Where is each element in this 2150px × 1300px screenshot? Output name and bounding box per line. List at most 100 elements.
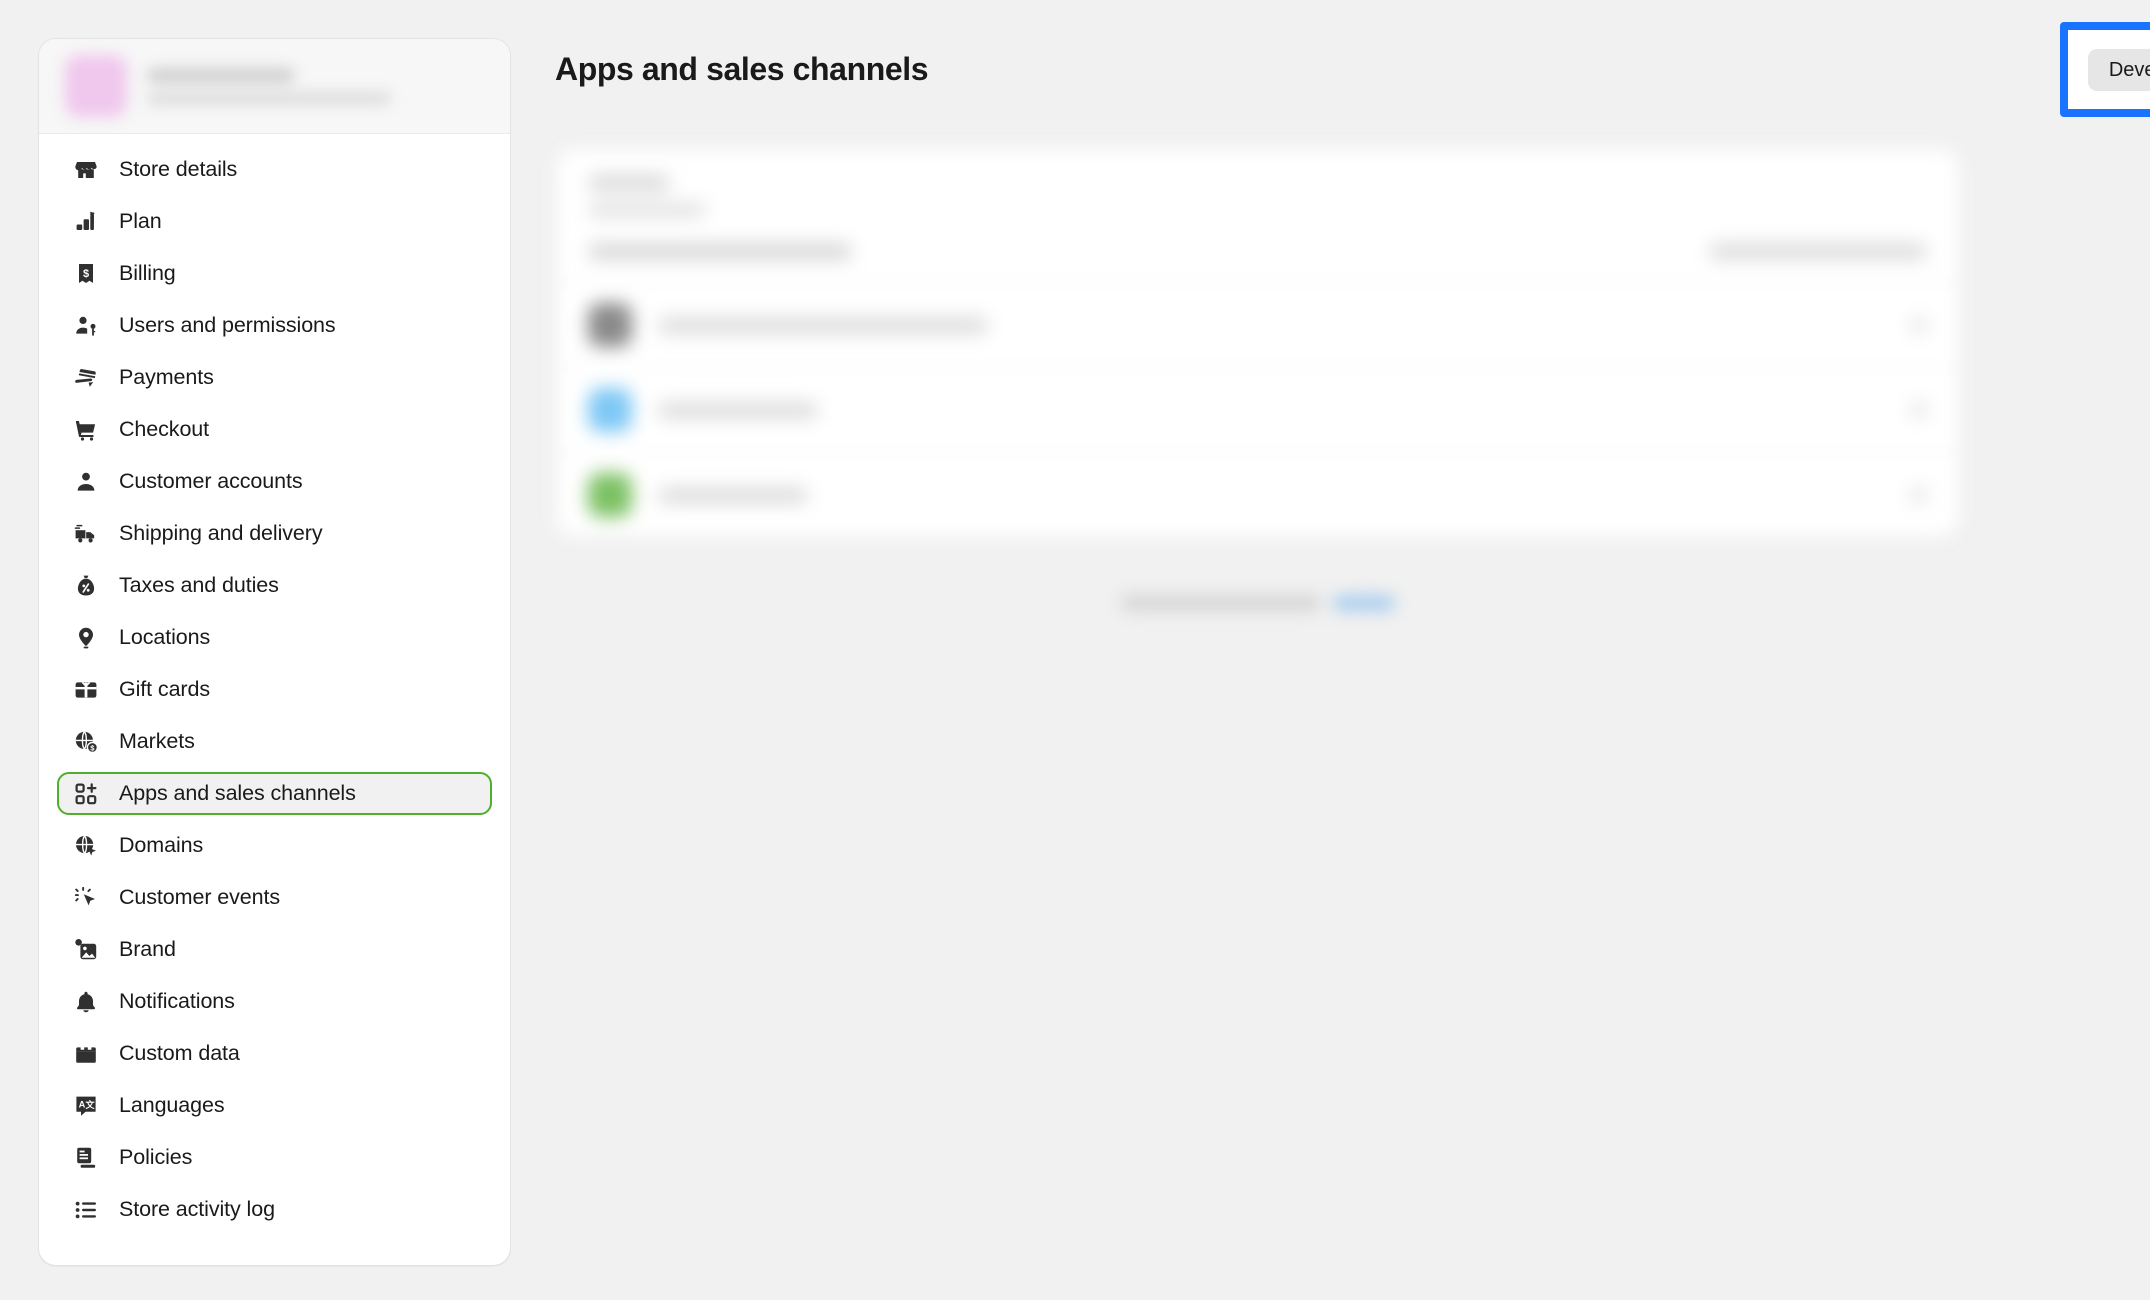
card-title-redacted <box>588 175 670 191</box>
installed-apps-card <box>555 148 1960 538</box>
footer-note-link-redacted[interactable] <box>1332 595 1395 611</box>
develop-apps-button[interactable]: Develop apps <box>2087 48 2150 91</box>
sidebar-item-markets[interactable]: $ Markets <box>57 720 492 763</box>
card-heading-redacted <box>556 149 1959 221</box>
store-profile-header[interactable] <box>39 39 510 134</box>
card-summary-action-redacted <box>1709 243 1927 260</box>
sidebar-item-apps-and-sales-channels[interactable]: Apps and sales channels <box>57 772 492 815</box>
sidebar-item-label: Markets <box>119 728 195 753</box>
sidebar-item-store-activity-log[interactable]: Store activity log <box>57 1188 492 1231</box>
app-list-item[interactable] <box>556 283 1959 368</box>
footer-note-text-redacted <box>1120 595 1321 611</box>
sidebar-item-label: Notifications <box>119 988 235 1013</box>
svg-text:$: $ <box>83 267 89 279</box>
sidebar-item-label: Billing <box>119 260 176 285</box>
sidebar-item-label: Languages <box>119 1092 225 1117</box>
sidebar-item-languages[interactable]: A 文 Languages <box>57 1084 492 1127</box>
card-subtitle-redacted <box>588 203 706 217</box>
sidebar-item-locations[interactable]: Locations <box>57 616 492 659</box>
bar-chart-flag-icon <box>73 209 99 235</box>
card-footer-note <box>555 595 1960 611</box>
sidebar-item-users-and-permissions[interactable]: Users and permissions <box>57 304 492 347</box>
image-badge-icon <box>73 937 99 963</box>
sidebar-item-customer-accounts[interactable]: Customer accounts <box>57 460 492 503</box>
credit-card-swipe-icon <box>73 365 99 391</box>
delivery-truck-icon <box>73 521 99 547</box>
storefront-icon <box>73 157 99 183</box>
sidebar-item-label: Domains <box>119 832 204 857</box>
annotation-highlight-box: Develop apps <box>2060 22 2150 117</box>
sidebar-item-label: Shipping and delivery <box>119 520 323 545</box>
sidebar-item-label: Custom data <box>119 1040 240 1065</box>
chevron-right-icon[interactable] <box>1911 487 1927 503</box>
sidebar-item-checkout[interactable]: Checkout <box>57 408 492 451</box>
app-icon <box>588 303 632 347</box>
globe-dollar-icon: $ <box>73 729 99 755</box>
sidebar-item-label: Policies <box>119 1144 193 1169</box>
apps-grid-plus-icon <box>73 781 99 807</box>
sidebar-item-billing[interactable]: $ Billing <box>57 252 492 295</box>
sidebar-item-label: Store details <box>119 156 238 181</box>
store-avatar <box>65 55 127 117</box>
app-list-item[interactable] <box>556 453 1959 537</box>
settings-sidebar: Store details Plan $ Billing Users and permi… <box>38 38 511 1266</box>
sidebar-item-label: Customer accounts <box>119 468 303 493</box>
store-identity-redacted <box>147 67 484 105</box>
app-name-redacted <box>658 316 988 334</box>
svg-text:文: 文 <box>84 1099 95 1111</box>
sidebar-item-label: Store activity log <box>119 1196 275 1221</box>
money-bag-percent-icon <box>73 573 99 599</box>
sidebar-item-domains[interactable]: Domains <box>57 824 492 867</box>
page-title: Apps and sales channels <box>555 51 929 87</box>
settings-nav: Store details Plan $ Billing Users and permi… <box>39 134 510 1258</box>
app-list-item[interactable] <box>556 368 1959 453</box>
sidebar-item-custom-data[interactable]: Custom data <box>57 1032 492 1075</box>
card-summary-text-redacted <box>588 243 852 260</box>
chevron-right-icon[interactable] <box>1911 402 1927 418</box>
list-bullet-icon <box>73 1197 99 1223</box>
shopping-cart-icon <box>73 417 99 443</box>
sidebar-item-label: Users and permissions <box>119 312 336 337</box>
page-header: Apps and sales channels <box>555 38 2002 100</box>
database-block-icon <box>73 1041 99 1067</box>
main-content: Apps and sales channels Shopify App Stor… <box>511 0 2150 1300</box>
sidebar-item-store-details[interactable]: Store details <box>57 148 492 191</box>
sidebar-item-notifications[interactable]: Notifications <box>57 980 492 1023</box>
sidebar-item-label: Checkout <box>119 416 210 441</box>
sidebar-item-brand[interactable]: Brand <box>57 928 492 971</box>
sidebar-item-label: Plan <box>119 208 162 233</box>
store-subtitle-redacted <box>147 91 391 105</box>
sidebar-item-taxes-and-duties[interactable]: Taxes and duties <box>57 564 492 607</box>
translate-icon: A文 <box>73 1093 99 1119</box>
sidebar-item-label: Customer events <box>119 884 281 909</box>
location-pin-icon <box>73 625 99 651</box>
click-burst-icon <box>73 885 99 911</box>
receipt-dollar-icon: $ <box>73 261 99 287</box>
chevron-right-icon[interactable] <box>1911 317 1927 333</box>
sidebar-item-payments[interactable]: Payments <box>57 356 492 399</box>
person-icon <box>73 469 99 495</box>
sidebar-item-label: Apps and sales channels <box>119 780 356 805</box>
store-name-redacted <box>147 67 295 83</box>
bell-icon <box>73 989 99 1015</box>
sidebar-item-label: Brand <box>119 936 176 961</box>
sidebar-item-policies[interactable]: Policies <box>57 1136 492 1179</box>
sidebar-item-gift-cards[interactable]: Gift cards <box>57 668 492 711</box>
document-list-icon <box>73 1145 99 1171</box>
app-icon <box>588 473 632 517</box>
sidebar-item-label: Payments <box>119 364 214 389</box>
user-key-icon <box>73 313 99 339</box>
sidebar-item-label: Locations <box>119 624 211 649</box>
app-name-redacted <box>658 486 808 504</box>
app-root: Store details Plan $ Billing Users and permi… <box>0 0 2150 1300</box>
card-summary-row <box>556 221 1959 283</box>
gift-card-icon <box>73 677 99 703</box>
sidebar-item-plan[interactable]: Plan <box>57 200 492 243</box>
sidebar-item-shipping-and-delivery[interactable]: Shipping and delivery <box>57 512 492 555</box>
globe-cursor-icon <box>73 833 99 859</box>
sidebar-item-label: Gift cards <box>119 676 210 701</box>
app-icon <box>588 388 632 432</box>
sidebar-item-customer-events[interactable]: Customer events <box>57 876 492 919</box>
app-list <box>556 283 1959 537</box>
sidebar-item-label: Taxes and duties <box>119 572 279 597</box>
